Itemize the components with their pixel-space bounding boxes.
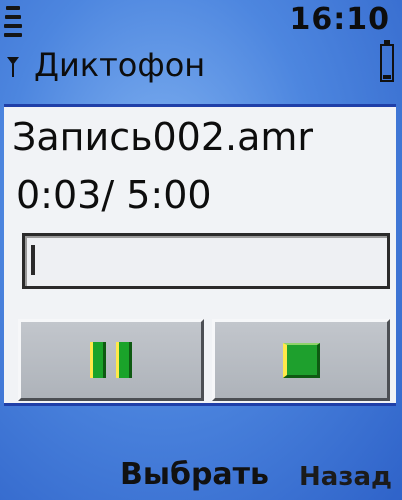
antenna-icon <box>6 56 20 78</box>
status-clock: 16:10 <box>289 2 390 37</box>
signal-strength-icon <box>4 6 26 42</box>
recording-filename: Запись002.amr <box>12 115 314 159</box>
stop-icon <box>282 342 320 378</box>
softkey-back[interactable]: Назад <box>299 462 392 492</box>
pause-button[interactable] <box>18 319 204 401</box>
recording-time: 0:03/ 5:00 <box>16 173 212 217</box>
app-title: Диктофон <box>34 46 206 84</box>
progress-fill <box>31 245 35 275</box>
battery-icon <box>380 40 394 84</box>
softkey-select[interactable]: Выбрать <box>120 457 269 492</box>
stop-button[interactable] <box>212 319 390 401</box>
recording-progress-bar <box>22 233 390 289</box>
pause-icon <box>90 342 132 378</box>
recorder-panel: Запись002.amr 0:03/ 5:00 <box>4 104 396 406</box>
